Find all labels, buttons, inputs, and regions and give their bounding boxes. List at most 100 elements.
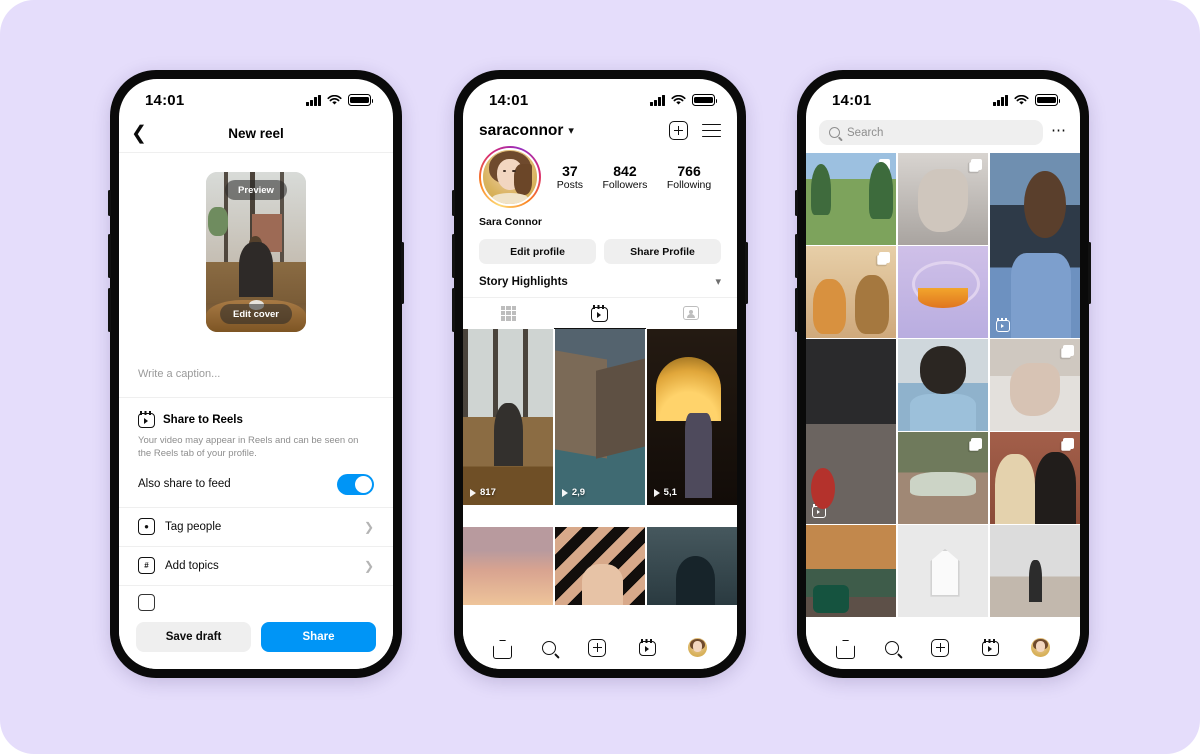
tab-grid[interactable] <box>463 298 554 329</box>
save-draft-button[interactable]: Save draft <box>136 622 251 652</box>
username[interactable]: saraconnor <box>479 122 563 140</box>
status-bar: 14:01 <box>119 79 393 115</box>
tab-reels[interactable] <box>554 298 646 329</box>
reels-icon[interactable] <box>638 639 656 656</box>
following-count: 766 <box>677 162 701 179</box>
reels-icon[interactable] <box>981 639 999 656</box>
more-dots-icon[interactable]: ⋯ <box>1051 123 1067 140</box>
reels-grid: 817 2,9 5,1 <box>463 329 737 625</box>
view-count: 2,9 <box>561 487 585 498</box>
add-topics-row[interactable]: # Add topics ❯ <box>119 547 393 586</box>
phone-profile: 14:01 saraconnor ▾ 37 Posts 842 Follower… <box>452 70 748 678</box>
explore-tile[interactable] <box>897 246 989 338</box>
profile-stats: 37 Posts 842 Followers 766 Following <box>541 163 721 192</box>
bottom-nav <box>463 625 737 669</box>
hamburger-menu-icon[interactable] <box>702 123 721 138</box>
status-time: 14:01 <box>489 91 529 109</box>
home-icon[interactable] <box>493 640 510 656</box>
signal-icon <box>650 94 665 106</box>
avatar-icon[interactable] <box>1030 638 1050 657</box>
app-canvas: 14:01 ❮ New reel Preview Edit cover Writ… <box>0 0 1200 754</box>
battery-icon <box>1035 94 1061 106</box>
edit-profile-button[interactable]: Edit profile <box>479 239 596 264</box>
status-time: 14:01 <box>145 91 185 109</box>
reels-icon <box>138 411 155 428</box>
avatar[interactable] <box>479 146 541 208</box>
avatar-icon[interactable] <box>687 638 707 657</box>
share-to-reels-section: Share to Reels Your video may appear in … <box>119 398 393 508</box>
phone-new-reel: 14:01 ❮ New reel Preview Edit cover Writ… <box>108 70 404 678</box>
reels-icon <box>591 304 609 322</box>
chevron-down-icon[interactable]: ▾ <box>715 275 721 288</box>
screen-profile: 14:01 saraconnor ▾ 37 Posts 842 Follower… <box>463 79 737 669</box>
reel-thumbnail[interactable]: 817 <box>463 329 554 505</box>
view-count: 817 <box>470 487 496 498</box>
explore-tile[interactable] <box>897 525 989 617</box>
explore-tile[interactable] <box>897 153 989 245</box>
tag-people-row[interactable]: ● Tag people ❯ <box>119 508 393 547</box>
share-button[interactable]: Share <box>261 622 376 652</box>
explore-tile[interactable] <box>989 432 1080 524</box>
multi-post-icon <box>1063 345 1074 356</box>
search-bar: Search ⋯ <box>806 115 1080 153</box>
search-placeholder: Search <box>847 126 884 139</box>
reel-thumbnail[interactable] <box>554 526 646 605</box>
search-icon <box>829 127 840 138</box>
share-to-reels-description: Your video may appear in Reels and can b… <box>138 435 359 460</box>
reel-thumbnail[interactable] <box>646 526 737 605</box>
chevron-down-icon[interactable]: ▾ <box>568 124 574 137</box>
home-icon[interactable] <box>836 640 853 656</box>
grid-icon <box>501 305 517 321</box>
search-icon[interactable] <box>885 640 900 655</box>
search-icon[interactable] <box>542 640 557 655</box>
stat-followers[interactable]: 842 Followers <box>602 163 647 192</box>
signal-icon <box>993 94 1008 106</box>
reels-icon <box>812 503 826 518</box>
phone-explore: 14:01 Search ⋯ <box>795 70 1091 678</box>
explore-tile[interactable] <box>989 339 1080 431</box>
explore-tile[interactable] <box>806 246 897 338</box>
following-label: Following <box>666 179 712 192</box>
tag-person-icon: ● <box>138 518 155 536</box>
reel-cover-preview[interactable]: Preview Edit cover <box>206 172 306 332</box>
stat-following[interactable]: 766 Following <box>667 163 711 192</box>
also-share-to-feed-toggle[interactable] <box>337 473 374 495</box>
followers-count: 842 <box>613 162 637 179</box>
explore-tile[interactable] <box>806 153 897 245</box>
story-highlights-label: Story Highlights <box>479 275 568 288</box>
wifi-icon <box>1014 94 1029 105</box>
reel-thumbnail[interactable]: 2,9 <box>554 329 646 505</box>
explore-tile[interactable] <box>897 339 989 431</box>
tab-tagged[interactable] <box>646 298 737 329</box>
navbar: ❮ New reel <box>119 115 393 153</box>
explore-tile[interactable] <box>806 525 897 617</box>
profile-header: saraconnor ▾ <box>463 115 737 142</box>
play-icon <box>470 488 476 497</box>
explore-tile[interactable] <box>989 153 1080 338</box>
also-share-to-feed-label: Also share to feed <box>138 478 231 491</box>
preview-button[interactable]: Preview <box>225 180 287 200</box>
battery-icon <box>692 94 718 106</box>
status-time: 14:01 <box>832 91 872 109</box>
share-profile-button[interactable]: Share Profile <box>604 239 721 264</box>
explore-tile[interactable] <box>806 339 897 524</box>
stat-posts[interactable]: 37 Posts <box>557 163 583 192</box>
multi-post-icon <box>879 159 891 170</box>
tag-people-label: Tag people <box>165 520 222 533</box>
search-input[interactable]: Search <box>819 120 1043 145</box>
plus-box-icon[interactable] <box>588 638 607 657</box>
bottom-nav <box>806 625 1080 669</box>
caption-input[interactable]: Write a caption... <box>119 342 393 398</box>
edit-cover-button[interactable]: Edit cover <box>220 304 292 324</box>
screen-new-reel: 14:01 ❮ New reel Preview Edit cover Writ… <box>119 79 393 669</box>
plus-box-icon[interactable] <box>669 121 688 140</box>
explore-tile[interactable] <box>989 525 1080 617</box>
story-highlights-row[interactable]: Story Highlights ▾ <box>463 264 737 297</box>
plus-box-icon[interactable] <box>931 638 950 657</box>
explore-tile[interactable] <box>897 432 989 524</box>
reel-thumbnail[interactable]: 5,1 <box>646 329 737 505</box>
reel-thumbnail[interactable] <box>463 526 554 605</box>
back-chevron-icon[interactable]: ❮ <box>131 124 155 143</box>
posts-label: Posts <box>556 179 583 192</box>
play-icon <box>561 488 568 497</box>
